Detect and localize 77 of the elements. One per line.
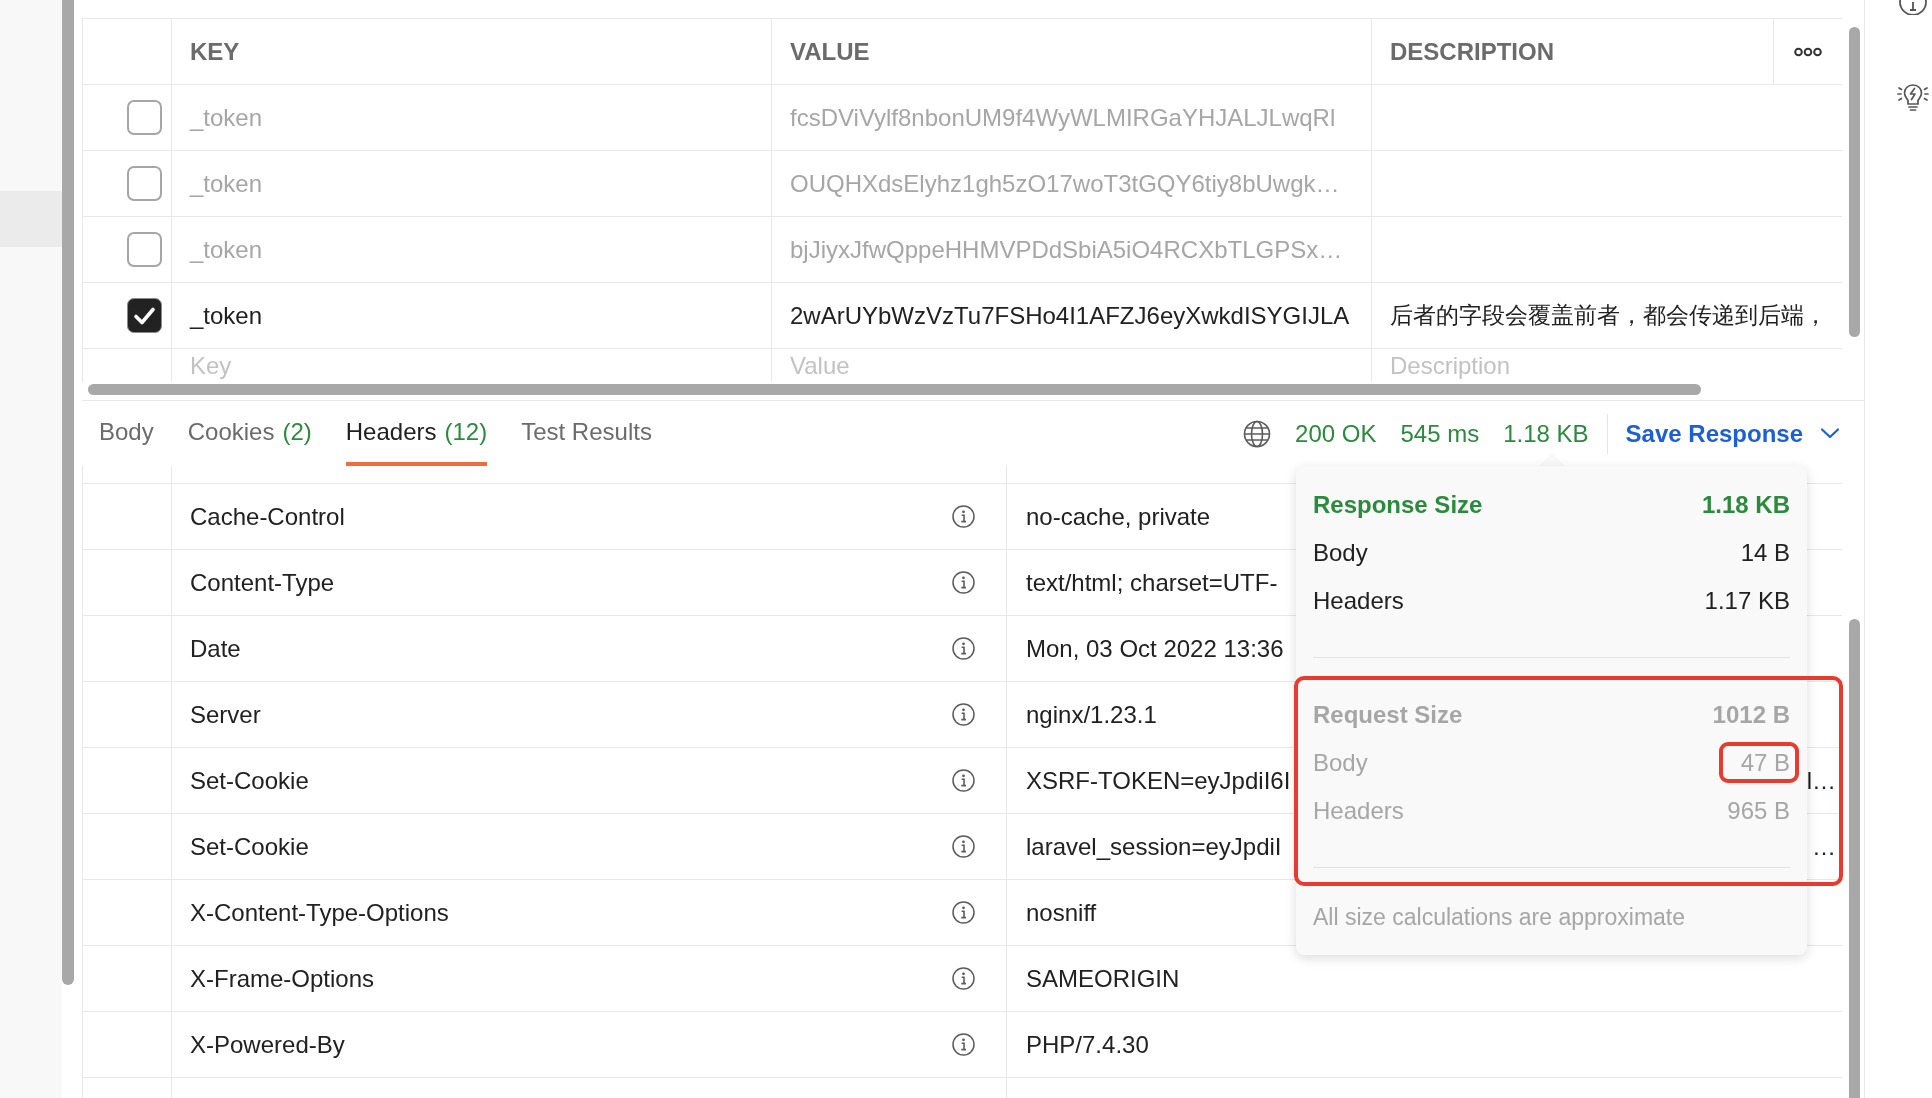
checkbox[interactable]	[127, 298, 162, 333]
save-response-button[interactable]: Save Response	[1625, 415, 1839, 452]
header-name: Server	[190, 699, 261, 730]
info-icon[interactable]	[952, 967, 975, 990]
header-value: SAMEORIGIN	[1026, 963, 1180, 994]
size-label: Headers	[1313, 586, 1404, 616]
param-value: bjJiyxJfwQppeHHMVPDdSbiA5iO4RCXbTLGPSx…	[790, 234, 1343, 265]
header-name: Set-Cookie	[190, 831, 309, 862]
header-name: Date	[190, 633, 241, 664]
size-label: Body	[1313, 748, 1368, 778]
scrollbar-thumb[interactable]	[88, 384, 1701, 395]
header-value: laravel_session=eyJpdiI	[1026, 831, 1282, 862]
scrollbar-thumb[interactable]	[62, 0, 74, 985]
info-icon[interactable]	[952, 1033, 975, 1056]
info-icon[interactable]	[952, 703, 975, 726]
param-value: 2wArUYbWzVzTu7FSHo4I1AFZJ6eyXwkdISYGIJLA	[790, 300, 1350, 331]
param-value: fcsDViVylf8nbonUM9f4WyWLMIRGaYHJALJLwqRl	[790, 102, 1336, 133]
info-icon[interactable]	[952, 637, 975, 660]
tab[interactable]: Headers (12)	[345, 401, 488, 466]
header-name: X-Powered-By	[190, 1029, 345, 1060]
tab[interactable]: Test Results	[521, 401, 652, 466]
header-value-fragment: …	[1812, 831, 1836, 862]
section-title: Response Size	[1313, 490, 1483, 520]
header-value-fragment: l…	[1806, 765, 1836, 796]
column-header: DESCRIPTION	[1390, 36, 1554, 67]
param-key: _token	[190, 165, 263, 202]
param-key: _token	[190, 99, 263, 136]
header-name: Set-Cookie	[190, 765, 309, 796]
tab[interactable]: Body	[99, 401, 154, 466]
footnote-text: All size calculations are approximate	[1313, 902, 1686, 932]
header-value: XSRF-TOKEN=eyJpdiI6I	[1026, 765, 1291, 796]
param-key: _token	[190, 297, 263, 334]
checkbox[interactable]	[127, 166, 162, 201]
header-value: Mon, 03 Oct 2022 13:36	[1026, 633, 1284, 664]
param-key: _token	[190, 231, 263, 268]
info-icon[interactable]	[952, 901, 975, 924]
globe-icon[interactable]	[1243, 419, 1272, 448]
chevron-down-icon[interactable]	[1821, 428, 1839, 439]
header-value: PHP/7.4.30	[1026, 1029, 1149, 1060]
header-value: text/html; charset=UTF-	[1026, 567, 1278, 598]
response-time: 545 ms	[1400, 418, 1480, 449]
header-name: Cache-Control	[190, 501, 345, 532]
size-value: 47 B	[1740, 749, 1790, 776]
description-field[interactable]: Description	[1390, 353, 1824, 379]
tab[interactable]: Cookies (2)	[187, 401, 312, 466]
scrollbar-thumb[interactable]	[1849, 27, 1860, 337]
header-value: nginx/1.23.1	[1026, 699, 1157, 730]
response-size[interactable]: 1.18 KB	[1503, 415, 1589, 452]
size-label: Body	[1313, 538, 1368, 568]
size-value: 14 B	[1740, 539, 1790, 566]
size-value: 965 B	[1727, 797, 1790, 824]
header-value: nosniff	[1026, 897, 1097, 928]
section-title: Request Size	[1313, 700, 1463, 730]
scrollbar-thumb[interactable]	[1849, 619, 1860, 1098]
info-icon[interactable]	[952, 835, 975, 858]
param-value: OUQHXdsElyhz1gh5zO17woT3tGQY6tiy8bUwgk…	[790, 168, 1340, 199]
header-name: X-Content-Type-Options	[190, 897, 449, 928]
size-total: 1.18 KB	[1701, 490, 1790, 520]
param-description: 后者的字段会覆盖前者，都会传递到后端，	[1390, 301, 1827, 331]
size-label: Headers	[1313, 796, 1404, 826]
info-icon[interactable]	[952, 769, 975, 792]
column-header: KEY	[190, 36, 240, 67]
column-header: VALUE	[790, 36, 870, 67]
checkbox[interactable]	[127, 100, 162, 135]
status-code: 200 OK	[1295, 418, 1377, 449]
header-value: no-cache, private	[1026, 501, 1211, 532]
info-icon[interactable]	[1897, 0, 1929, 15]
checkbox[interactable]	[127, 232, 162, 267]
info-icon[interactable]	[952, 571, 975, 594]
info-icon[interactable]	[952, 505, 975, 528]
more-options-icon[interactable]	[1794, 46, 1822, 57]
size-total: 1012 B	[1712, 700, 1790, 730]
size-value: 1.17 KB	[1704, 587, 1790, 614]
key-field[interactable]: Key	[190, 353, 753, 379]
header-name: X-Frame-Options	[190, 963, 375, 994]
value-field[interactable]: Value	[790, 353, 1353, 379]
header-name: Content-Type	[190, 567, 335, 598]
